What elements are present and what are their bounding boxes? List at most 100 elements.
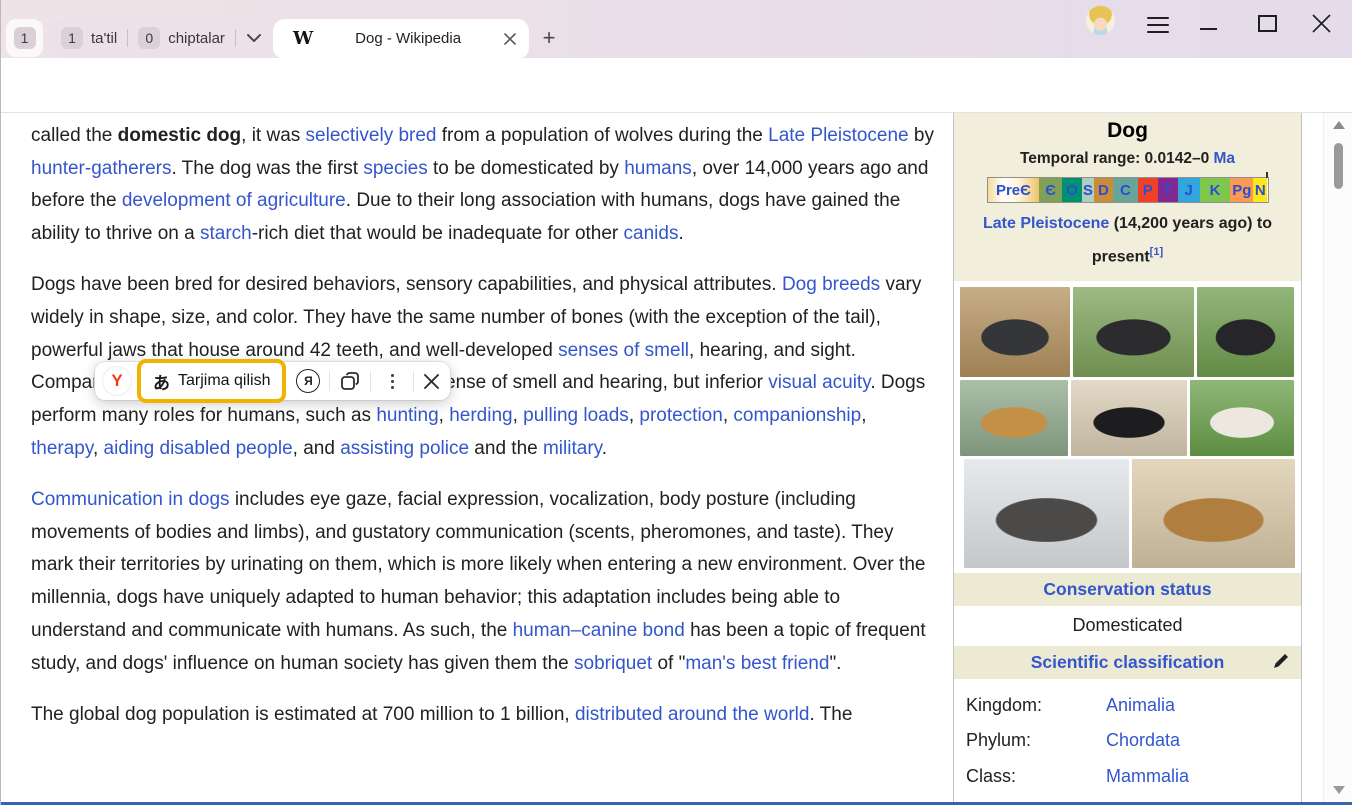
article-link[interactable]: aiding disabled people [104,438,293,459]
article-link[interactable]: canids [624,223,679,244]
timeline-period-N[interactable]: N [1253,178,1267,202]
timeline-period-P[interactable]: P [1138,178,1158,202]
yandex-logo-icon[interactable]: Y [103,367,131,395]
infobox-image[interactable] [1197,287,1294,377]
divider [413,371,414,391]
conservation-status-header[interactable]: Conservation status [954,573,1301,606]
scientific-classification-label: Scientific classification [1031,652,1225,672]
timeline-period-T[interactable]: T [1158,178,1178,202]
active-tab[interactable]: W Dog - Wikipedia [273,19,529,58]
infobox-image[interactable] [1132,459,1295,568]
reference-link[interactable]: [1] [1150,246,1163,258]
article-link[interactable]: distributed around the world [575,704,809,725]
tab-groups: 1 ta'til 0 chiptalar [49,19,274,57]
taxonomy-table: Kingdom:AnimaliaPhylum:ChordataClass:Mam… [954,679,1301,802]
article-text: Dogs have been bred for desired behavior… [31,274,782,295]
tab-group-label: ta'til [91,30,117,47]
infobox-image[interactable] [1190,380,1294,456]
article-link[interactable]: sobriquet [574,653,652,674]
close-window-button[interactable] [1311,13,1332,34]
infobox-image[interactable] [960,380,1068,456]
timeline-period-D[interactable]: D [1094,178,1113,202]
article-paragraph: The global dog population is estimated a… [31,699,934,732]
article-link[interactable]: development of agriculture [122,190,346,211]
popup-close-icon[interactable] [423,373,440,390]
timeline-period-K[interactable]: K [1200,178,1231,202]
profile-avatar[interactable] [1085,5,1116,36]
search-yandex-icon[interactable]: Я [296,369,320,393]
timeline-period-PreЄ[interactable]: PreЄ [988,178,1040,202]
article-text: , [439,405,450,426]
infobox-image[interactable] [1073,287,1194,377]
article-text: and the [469,438,543,459]
article-link[interactable]: assisting police [340,438,469,459]
translate-icon: あ [153,369,170,394]
tab-group-count: 0 [138,27,160,49]
minimize-button[interactable] [1200,28,1217,30]
tab-group-vacation[interactable]: 1 ta'til [61,27,117,49]
article-link[interactable]: pulling loads [523,405,629,426]
timeline-period-S[interactable]: S [1082,178,1094,202]
taxon-rank-label: Class: [966,766,1106,787]
new-tab-button[interactable]: + [535,24,563,52]
article-link[interactable]: visual acuity [768,372,870,393]
timeline-period-Pg[interactable]: Pg [1230,178,1253,202]
article-text: to be domesticated by [428,158,624,179]
article-link[interactable]: herding [449,405,512,426]
popup-translate-button[interactable]: あ Tarjima qilish [137,359,286,403]
tab-group-count: 1 [61,27,83,49]
article-link[interactable]: companionship [733,405,861,426]
article-link[interactable]: man's best friend [685,653,829,674]
maximize-button[interactable] [1258,15,1277,32]
article-link[interactable]: military [543,438,602,459]
timeline-period-J[interactable]: J [1178,178,1200,202]
taxon-rank-label: Phylum: [966,730,1106,751]
scrollbar-thumb[interactable] [1334,143,1343,189]
divider [370,371,371,391]
article-link[interactable]: hunting [376,405,438,426]
temporal-range-detail: Late Pleistocene (14,200 years ago) to p… [962,209,1293,271]
timeline-period-O[interactable]: O [1062,178,1082,202]
copy-icon[interactable] [339,370,361,392]
article-link[interactable]: Communication in dogs [31,489,230,510]
timeline-period-Є[interactable]: Є [1039,178,1062,202]
article-link[interactable]: hunter-gatherers [31,158,171,179]
article-link[interactable]: protection [639,405,722,426]
article-link[interactable]: starch [200,223,252,244]
vertical-scrollbar[interactable] [1323,113,1352,802]
popup-menu-icon[interactable] [380,369,404,393]
infobox-image[interactable] [964,459,1129,568]
article-link[interactable]: therapy [31,438,93,459]
tab-close-icon[interactable] [503,32,517,46]
scroll-up-icon[interactable] [1333,121,1345,129]
article-link[interactable]: humans [624,158,692,179]
article-text: , [513,405,524,426]
chevron-down-icon[interactable] [246,33,262,43]
article-link[interactable]: Late Pleistocene [768,125,909,146]
article-text: . The dog was the first [171,158,363,179]
article-text: . [678,223,683,244]
infobox-image[interactable] [960,287,1070,377]
wikipedia-favicon: W [293,28,313,49]
pinned-tab[interactable]: 1 [6,19,43,57]
taxon-link[interactable]: Mammalia [1106,766,1189,787]
scientific-classification-header[interactable]: Scientific classification [954,646,1301,679]
article-text: of " [652,653,685,674]
tab-group-tickets[interactable]: 0 chiptalar [138,27,225,49]
infobox-image[interactable] [1071,380,1187,456]
article-link[interactable]: Dog breeds [782,274,880,295]
divider [329,371,330,391]
edit-icon[interactable] [1272,653,1289,670]
article-link[interactable]: species [363,158,427,179]
article-link[interactable]: senses of smell [558,340,689,361]
article-link[interactable]: selectively bred [306,125,437,146]
late-pleistocene-link[interactable]: Late Pleistocene [983,215,1109,232]
ma-link[interactable]: Ma [1214,150,1236,167]
menu-icon[interactable] [1147,17,1169,33]
taxon-link[interactable]: Animalia [1106,695,1175,716]
taxon-link[interactable]: Chordata [1106,730,1180,751]
scroll-down-icon[interactable] [1333,786,1345,794]
timeline-period-C[interactable]: C [1113,178,1138,202]
article-link[interactable]: human–canine bond [513,620,685,641]
article-text: -rich diet that would be inadequate for … [252,223,624,244]
